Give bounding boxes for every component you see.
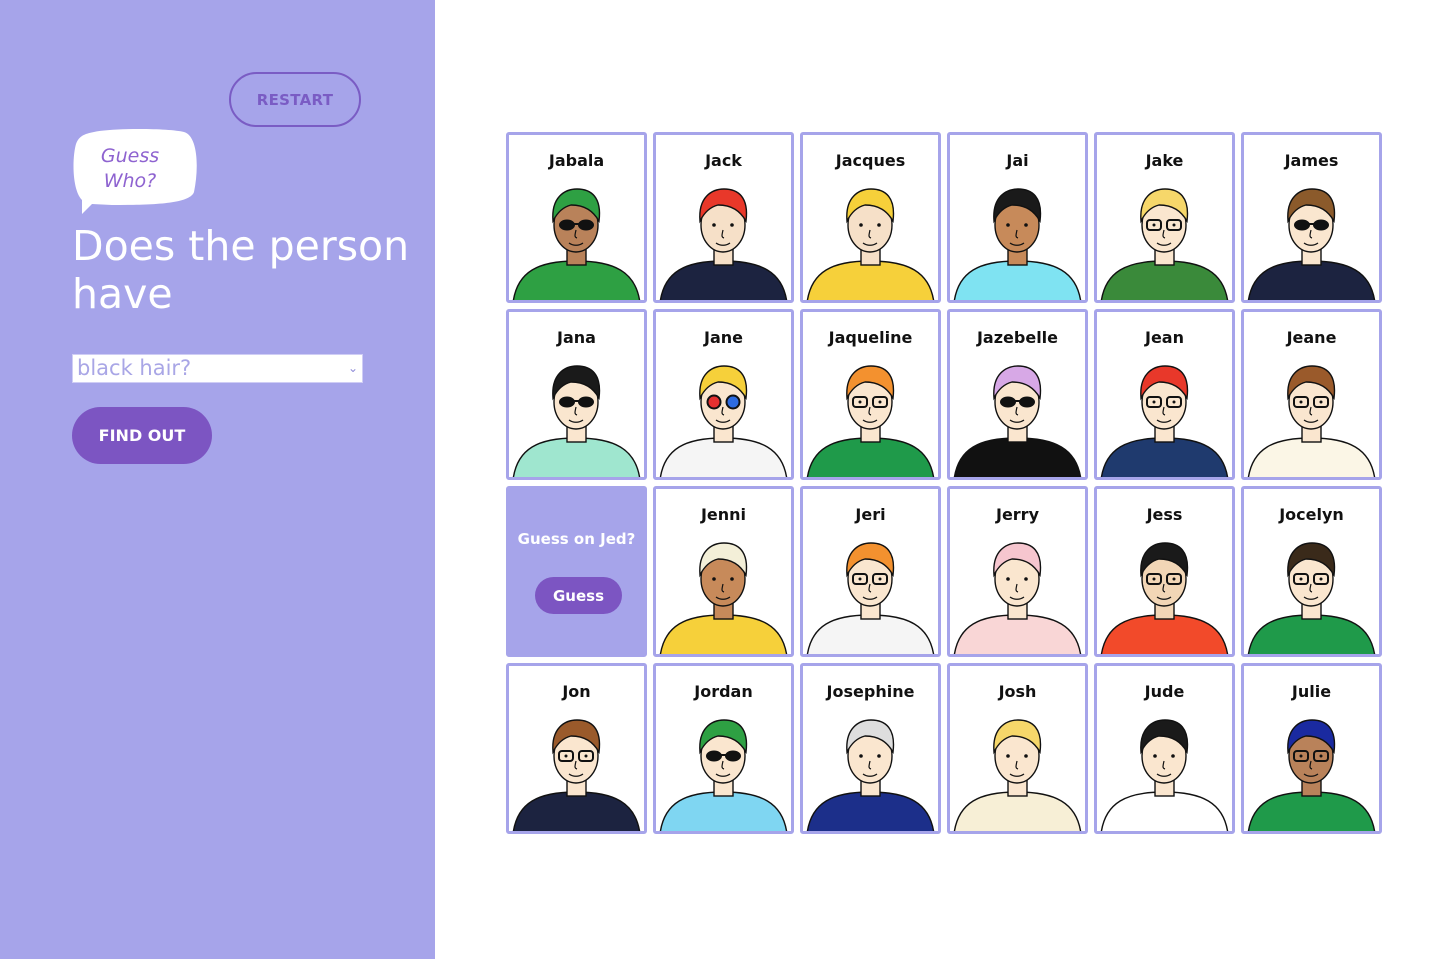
character-card-jeri[interactable]: Jeri (800, 486, 941, 657)
character-name: Jazebelle (976, 328, 1059, 347)
character-name: Jake (1145, 151, 1184, 170)
character-card-jack[interactable]: Jack (653, 132, 794, 303)
portrait-illustration (1247, 365, 1376, 477)
character-name: Jerry (995, 505, 1039, 524)
character-card-jana[interactable]: Jana (506, 309, 647, 480)
character-name: Jon (562, 682, 591, 701)
portrait-illustration (1247, 542, 1376, 654)
portrait-illustration (1247, 188, 1376, 300)
question-select-value: black hair? (77, 356, 192, 380)
character-name: Jocelyn (1279, 505, 1344, 524)
portrait-illustration (659, 188, 788, 300)
character-card-jake[interactable]: Jake (1094, 132, 1235, 303)
character-name: Jabala (548, 151, 605, 170)
character-card-jacques[interactable]: Jacques (800, 132, 941, 303)
portrait-illustration (1100, 542, 1229, 654)
character-name: Josephine (826, 682, 915, 701)
character-name: Jana (557, 328, 596, 347)
sidebar: RESTART Guess Who? Does the person have … (0, 0, 435, 959)
character-name: Jai (1006, 151, 1029, 170)
character-card-james[interactable]: James (1241, 132, 1382, 303)
character-name: Jordan (694, 682, 753, 701)
character-name: Josh (998, 682, 1037, 701)
character-name: James (1284, 151, 1339, 170)
character-name: Jeri (855, 505, 886, 524)
character-card-jaqueline[interactable]: Jaqueline (800, 309, 941, 480)
question-heading: Does the person have (72, 222, 410, 318)
character-card-josh[interactable]: Josh (947, 663, 1088, 834)
character-card-jeane[interactable]: Jeane (1241, 309, 1382, 480)
guess-who-logo: Guess Who? (72, 128, 200, 218)
chevron-down-icon: ⌄ (347, 361, 358, 375)
guess-prompt: Guess on Jed? (517, 530, 636, 548)
portrait-illustration (1100, 365, 1229, 477)
portrait-illustration (953, 542, 1082, 654)
character-card-jazebelle[interactable]: Jazebelle (947, 309, 1088, 480)
character-name: Julie (1291, 682, 1332, 701)
character-name: Jane (704, 328, 743, 347)
portrait-illustration (659, 365, 788, 477)
find-out-button[interactable]: FIND OUT (72, 407, 212, 464)
character-card-jabala[interactable]: Jabala (506, 132, 647, 303)
character-card-josephine[interactable]: Josephine (800, 663, 941, 834)
character-card-jean[interactable]: Jean (1094, 309, 1235, 480)
character-card-jocelyn[interactable]: Jocelyn (1241, 486, 1382, 657)
character-card-jordan[interactable]: Jordan (653, 663, 794, 834)
portrait-illustration (806, 719, 935, 831)
character-card-jenni[interactable]: Jenni (653, 486, 794, 657)
restart-button[interactable]: RESTART (229, 72, 361, 127)
character-card-jane[interactable]: Jane (653, 309, 794, 480)
character-name: Jenni (700, 505, 747, 524)
character-name: Jaqueline (828, 328, 913, 347)
character-name: Jack (705, 151, 742, 170)
character-card-jude[interactable]: Jude (1094, 663, 1235, 834)
portrait-illustration (806, 365, 935, 477)
portrait-illustration (953, 719, 1082, 831)
portrait-illustration (806, 542, 935, 654)
character-name: Jacques (835, 151, 906, 170)
portrait-illustration (1100, 719, 1229, 831)
character-name: Jude (1144, 682, 1185, 701)
character-name: Jeane (1286, 328, 1337, 347)
character-name: Jess (1146, 505, 1183, 524)
character-card-jon[interactable]: Jon (506, 663, 647, 834)
guess-button[interactable]: Guess (535, 577, 622, 614)
portrait-illustration (1247, 719, 1376, 831)
portrait-illustration (953, 188, 1082, 300)
character-board: Jabala Jack Jacques Jai Jake James Jana Jane Jaq… (506, 132, 1382, 834)
portrait-illustration (512, 719, 641, 831)
character-card-julie[interactable]: Julie (1241, 663, 1382, 834)
portrait-illustration (512, 188, 641, 300)
portrait-illustration (659, 542, 788, 654)
logo-text: Guess Who? (100, 145, 160, 192)
portrait-illustration (512, 365, 641, 477)
question-select[interactable]: black hair? ⌄ (72, 354, 363, 383)
character-card-jess[interactable]: Jess (1094, 486, 1235, 657)
card-guess-jed: Guess on Jed? Guess (506, 486, 647, 657)
character-card-jerry[interactable]: Jerry (947, 486, 1088, 657)
portrait-illustration (1100, 188, 1229, 300)
character-name: Jean (1145, 328, 1184, 347)
portrait-illustration (659, 719, 788, 831)
portrait-illustration (806, 188, 935, 300)
character-card-jai[interactable]: Jai (947, 132, 1088, 303)
portrait-illustration (953, 365, 1082, 477)
